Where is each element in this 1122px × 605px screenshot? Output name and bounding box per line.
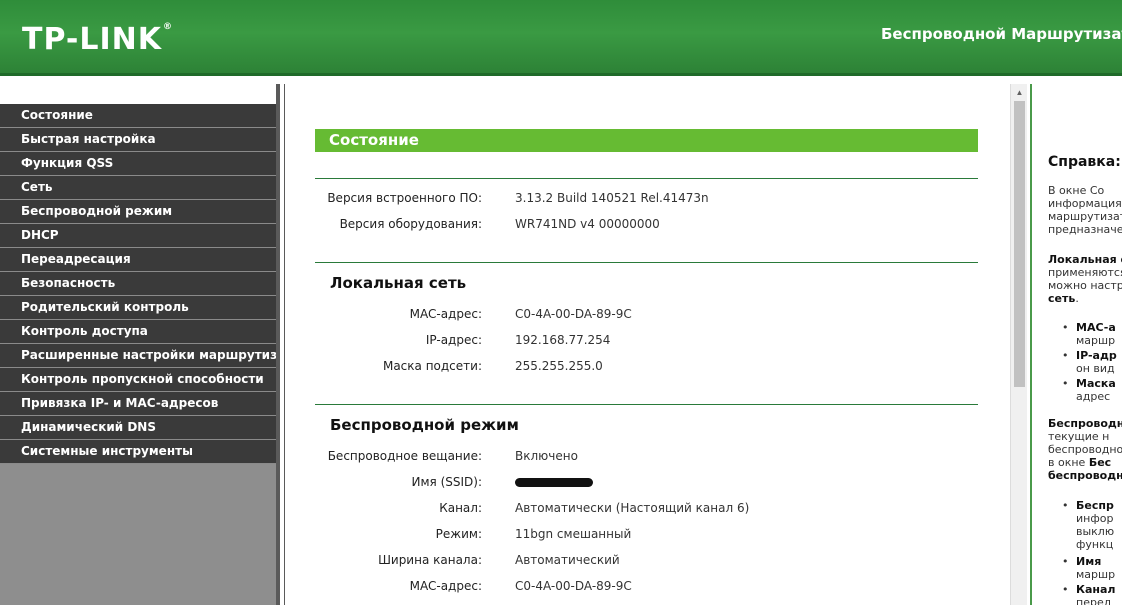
main-content: Состояние Версия встроенного ПО: 3.13.2 … xyxy=(284,84,1010,605)
wireless-channel-value: Автоматически (Настоящий канал 6) xyxy=(515,501,750,515)
help-paragraph: В окне Со информация маршрутизат предназ… xyxy=(1048,184,1122,236)
divider xyxy=(315,262,978,263)
ssid-redacted xyxy=(515,475,593,489)
sidebar-item-parental-control[interactable]: Родительский контроль xyxy=(0,296,276,320)
lan-mask-label: Маска подсети: xyxy=(382,359,482,373)
sidebar-item-status[interactable]: Состояние xyxy=(0,104,276,128)
sidebar-item-advanced-routing[interactable]: Расширенные настройки маршрутизации xyxy=(0,344,276,368)
wireless-mode-row: Режим: 11bgn смешанный xyxy=(315,524,978,544)
hardware-value: WR741ND v4 00000000 xyxy=(515,217,660,231)
sidebar-item-bandwidth-control[interactable]: Контроль пропускной способности xyxy=(0,368,276,392)
help-bullet: Имямаршр xyxy=(1062,555,1115,581)
wireless-mode-label: Режим: xyxy=(435,527,482,541)
help-bullet: Маскаадрес xyxy=(1062,377,1116,403)
help-bullet: Беспринфорвыклюфункц xyxy=(1062,499,1114,551)
help-bullet: IP-адрон вид xyxy=(1062,349,1117,375)
firmware-label: Версия встроенного ПО: xyxy=(327,191,482,205)
hardware-label: Версия оборудования: xyxy=(339,217,482,231)
wireless-section-title: Беспроводной режим xyxy=(330,416,519,434)
wireless-mac-value: C0-4A-00-DA-89-9C xyxy=(515,579,632,593)
header-divider xyxy=(0,76,1122,84)
firmware-value: 3.13.2 Build 140521 Rel.41473n xyxy=(515,191,709,205)
sidebar-item-access-control[interactable]: Контроль доступа xyxy=(0,320,276,344)
wireless-mac-row: MAC-адрес: C0-4A-00-DA-89-9C xyxy=(315,576,978,596)
wireless-broadcast-value: Включено xyxy=(515,449,578,463)
wireless-channel-row: Канал: Автоматически (Настоящий канал 6) xyxy=(315,498,978,518)
header-title: Беспроводной Маршрутизатор xyxy=(881,25,1122,43)
wireless-width-label: Ширина канала: xyxy=(378,553,482,567)
lan-mac-row: MAC-адрес: C0-4A-00-DA-89-9C xyxy=(315,304,978,324)
firmware-row: Версия встроенного ПО: 3.13.2 Build 1405… xyxy=(315,188,978,208)
help-bullet: MAC-амаршр xyxy=(1062,321,1116,347)
lan-mask-value: 255.255.255.0 xyxy=(515,359,603,373)
lan-ip-row: IP-адрес: 192.168.77.254 xyxy=(315,330,978,350)
help-paragraph: Беспроводно текущие н беспроводно в окне… xyxy=(1048,417,1122,482)
sidebar-item-system-tools[interactable]: Системные инструменты xyxy=(0,440,276,464)
main-scrollbar[interactable]: ▲ xyxy=(1010,84,1027,605)
sidebar-item-ddns[interactable]: Динамический DNS xyxy=(0,416,276,440)
ssid-redaction-scribble xyxy=(515,478,593,487)
header-banner: TP-LINK® Беспроводной Маршрутизатор xyxy=(0,0,1122,76)
lan-ip-value: 192.168.77.254 xyxy=(515,333,611,347)
divider xyxy=(315,404,978,405)
lan-mac-label: MAC-адрес: xyxy=(409,307,482,321)
lan-mask-row: Маска подсети: 255.255.255.0 xyxy=(315,356,978,376)
page-title: Состояние xyxy=(315,129,978,152)
wireless-ssid-row: Имя (SSID): xyxy=(315,472,978,492)
sidebar-item-qss[interactable]: Функция QSS xyxy=(0,152,276,176)
wireless-channel-label: Канал: xyxy=(439,501,482,515)
sidebar-item-forwarding[interactable]: Переадресация xyxy=(0,248,276,272)
help-paragraph: Локальная с применяются можно настро сет… xyxy=(1048,253,1122,305)
sidebar-item-wireless[interactable]: Беспроводной режим xyxy=(0,200,276,224)
lan-mac-value: C0-4A-00-DA-89-9C xyxy=(515,307,632,321)
divider xyxy=(315,178,978,179)
lan-ip-label: IP-адрес: xyxy=(425,333,482,347)
scroll-thumb[interactable] xyxy=(1014,101,1025,387)
wireless-broadcast-row: Беспроводное вещание: Включено xyxy=(315,446,978,466)
sidebar-item-network[interactable]: Сеть xyxy=(0,176,276,200)
help-panel: Справка: В окне Со информация маршрутиза… xyxy=(1030,84,1122,605)
sidebar-nav: Состояние Быстрая настройка Функция QSS … xyxy=(0,84,280,605)
sidebar-item-dhcp[interactable]: DHCP xyxy=(0,224,276,248)
sidebar-item-quick-setup[interactable]: Быстрая настройка xyxy=(0,128,276,152)
sidebar-top-spacer xyxy=(0,84,276,104)
help-title: Справка: xyxy=(1048,154,1121,170)
scroll-up-arrow-icon[interactable]: ▲ xyxy=(1011,84,1028,101)
wireless-ssid-label: Имя (SSID): xyxy=(411,475,482,489)
sidebar-item-security[interactable]: Безопасность xyxy=(0,272,276,296)
wireless-mode-value: 11bgn смешанный xyxy=(515,527,632,541)
wireless-width-value: Автоматический xyxy=(515,553,620,567)
wireless-width-row: Ширина канала: Автоматический xyxy=(315,550,978,570)
hardware-row: Версия оборудования: WR741ND v4 00000000 xyxy=(315,214,978,234)
sidebar-item-ip-mac-binding[interactable]: Привязка IP- и MAC-адресов xyxy=(0,392,276,416)
help-bullet: Каналперед xyxy=(1062,583,1115,605)
wireless-mac-label: MAC-адрес: xyxy=(409,579,482,593)
wireless-broadcast-label: Беспроводное вещание: xyxy=(327,449,482,463)
lan-section-title: Локальная сеть xyxy=(330,274,467,292)
tp-link-logo: TP-LINK® xyxy=(22,22,174,57)
